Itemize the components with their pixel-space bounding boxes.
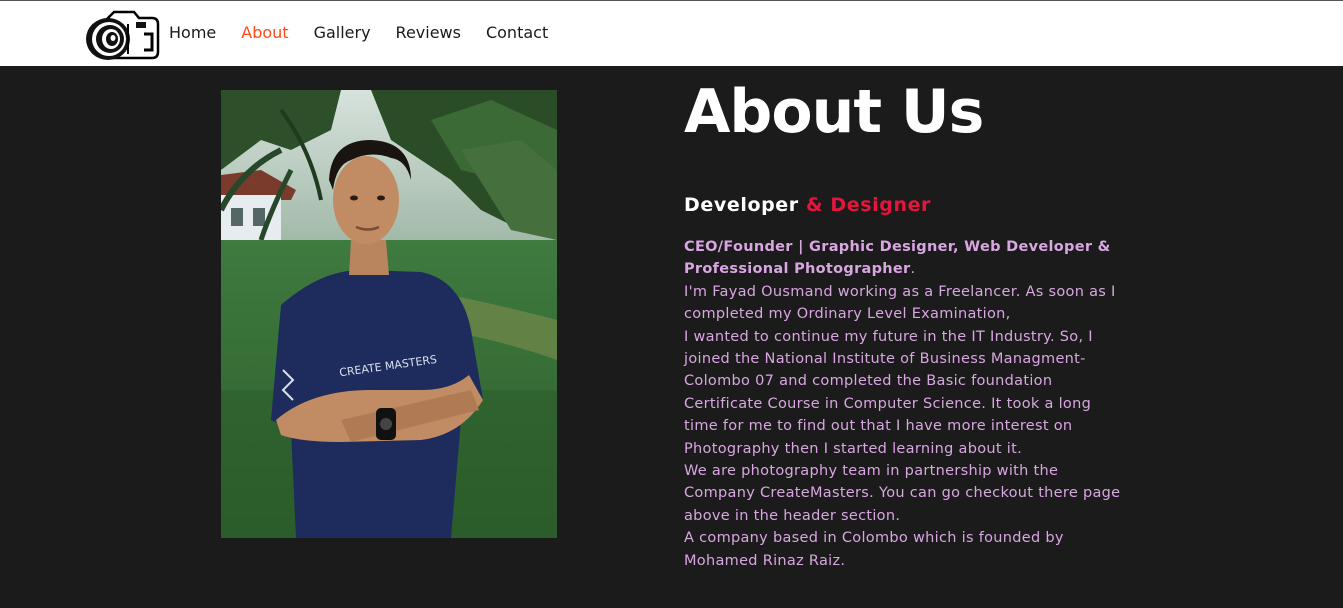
navbar: Home About Gallery Reviews Contact	[0, 0, 1343, 66]
nav-reviews-link[interactable]: Reviews	[396, 23, 461, 42]
page-title: About Us	[684, 77, 984, 147]
bio-text: CEO/Founder | Graphic Designer, Web Deve…	[684, 236, 1124, 572]
bio-paragraph: We are photography team in partnership w…	[684, 463, 1121, 524]
bio-paragraph: I wanted to continue my future in the IT…	[684, 328, 1093, 457]
role-end: .	[910, 261, 916, 278]
subtitle-accent: & Designer	[805, 194, 932, 216]
role-title: CEO/Founder | Graphic Designer, Web Deve…	[684, 239, 1111, 278]
nav-contact-link[interactable]: Contact	[486, 23, 548, 42]
subtitle: Developer & Designer	[684, 194, 1124, 216]
nav-about-link[interactable]: About	[241, 23, 288, 42]
bio-paragraph: A company based in Colombo which is foun…	[684, 530, 1064, 569]
nav-gallery-link[interactable]: Gallery	[314, 23, 371, 42]
nav-home-link[interactable]: Home	[169, 23, 216, 42]
bio-paragraph: I'm Fayad Ousmand working as a Freelance…	[684, 283, 1116, 323]
subtitle-main: Developer	[684, 194, 799, 216]
about-section: About Us Developer & Designer CEO/Founde…	[684, 74, 1124, 572]
camera-logo-icon[interactable]	[84, 10, 160, 64]
profile-photo: CREATE MASTERS	[221, 90, 557, 538]
role-line: CEO/Founder | Graphic Designer, Web Deve…	[684, 236, 1124, 281]
main-nav: Home About Gallery Reviews Contact	[169, 23, 573, 42]
